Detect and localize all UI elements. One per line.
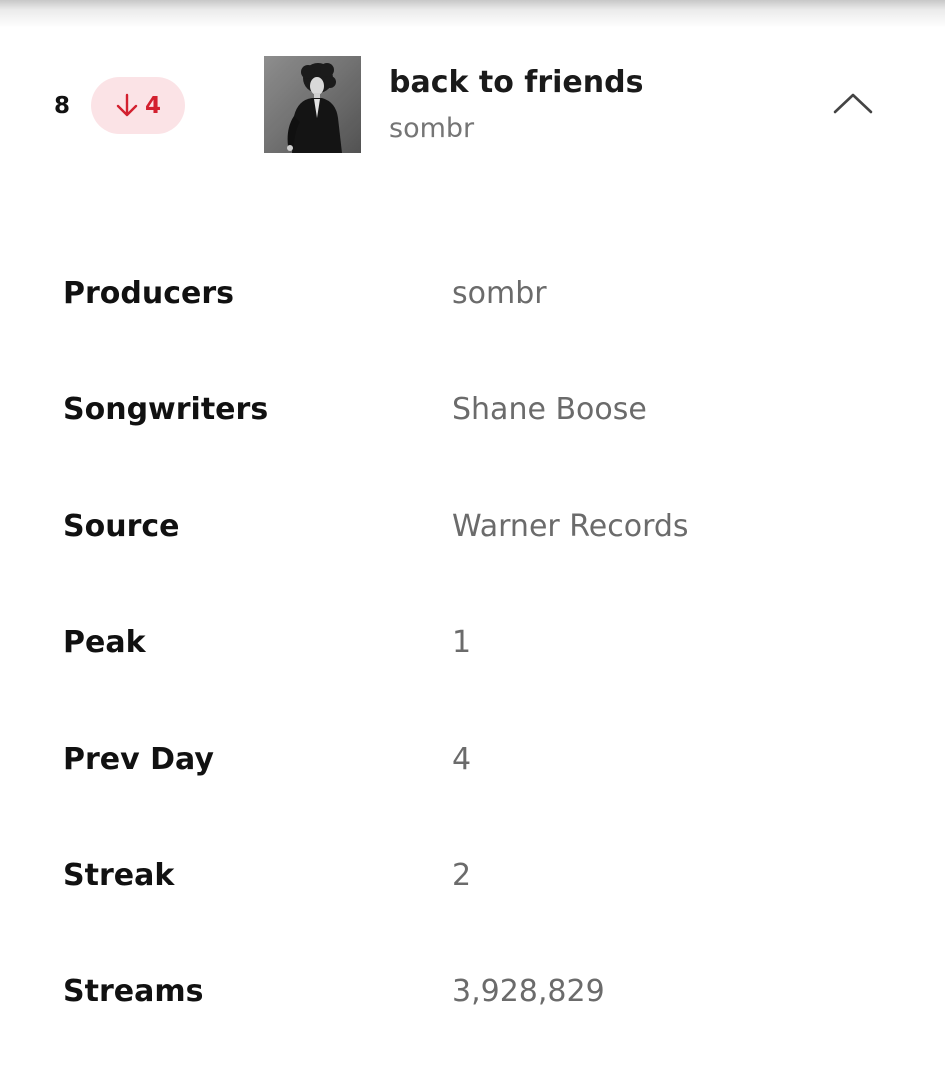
detail-label: Producers [63,276,235,311]
detail-value: Warner Records [452,509,689,544]
detail-value: Shane Boose [452,392,647,427]
arrow-down-icon [115,93,139,119]
top-shadow [0,0,945,28]
detail-value: 4 [452,742,472,777]
detail-row-peak: Peak 1 [63,623,903,663]
detail-label: Prev Day [63,742,214,777]
detail-row-source: Source Warner Records [63,507,903,547]
detail-label: Peak [63,625,146,660]
detail-label: Streams [63,974,204,1009]
detail-row-songwriters: Songwriters Shane Boose [63,390,903,430]
detail-label: Streak [63,858,175,893]
rank-number: 8 [54,93,71,119]
detail-row-streams: Streams 3,928,829 [63,972,903,1012]
album-cover-image [264,56,361,153]
detail-value: sombr [452,276,547,311]
detail-row-streak: Streak 2 [63,856,903,896]
chart-entry-page: 8 4 back to friends sombr Producers somb… [0,0,945,1081]
detail-label: Songwriters [63,392,269,427]
collapse-button[interactable] [822,80,884,130]
detail-row-producers: Producers sombr [63,274,903,314]
rank-change-value: 4 [144,92,161,119]
rank-change-badge: 4 [91,77,185,134]
detail-row-prev-day: Prev Day 4 [63,740,903,780]
track-artist: sombr [389,113,475,144]
detail-label: Source [63,509,180,544]
track-title: back to friends [389,65,644,100]
detail-value: 1 [452,625,472,660]
chevron-up-icon [831,90,875,120]
detail-value: 3,928,829 [452,974,605,1009]
detail-value: 2 [452,858,472,893]
